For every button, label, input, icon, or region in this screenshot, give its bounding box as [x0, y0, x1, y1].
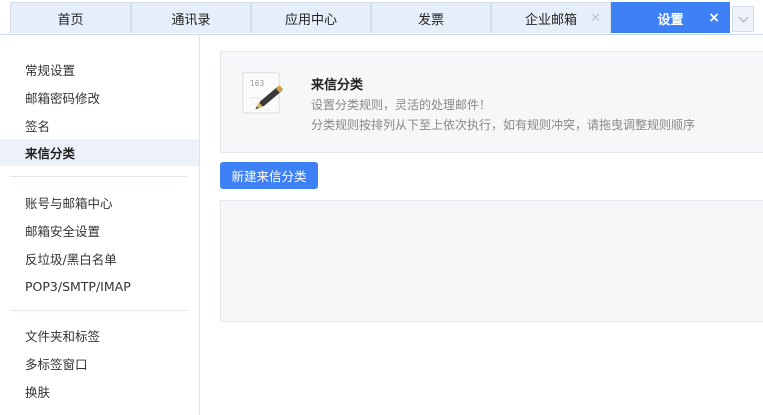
sidebar-divider — [10, 310, 188, 311]
tab-more-dropdown[interactable] — [732, 6, 754, 32]
icon-stamp-text: 163 — [250, 79, 265, 88]
mail-pen-icon: 163 — [242, 72, 283, 114]
settings-sidebar: 常规设置 邮箱密码修改 签名 来信分类 账号与邮箱中心 邮箱安全设置 反垃圾/黑… — [0, 35, 200, 415]
tab-home[interactable]: 首页 — [10, 2, 131, 33]
sidebar-item-account-center[interactable]: 账号与邮箱中心 — [0, 189, 199, 216]
chevron-down-icon — [738, 12, 748, 23]
sidebar-item-mail-filter[interactable]: 来信分类 — [0, 139, 199, 166]
tab-settings[interactable]: 设置 × — [611, 2, 730, 33]
tab-bar: 首页 通讯录 应用中心 发票 企业邮箱 × 设置 × — [0, 0, 763, 35]
sidebar-item-general-settings[interactable]: 常规设置 — [0, 56, 199, 83]
sidebar-item-password-change[interactable]: 邮箱密码修改 — [0, 84, 199, 111]
tab-contacts[interactable]: 通讯录 — [131, 2, 251, 33]
tab-label: 设置 — [657, 12, 684, 28]
mail-filter-info-panel: 163 来信分类 设置分类规则，灵活的处理邮件！ 分类规则按排列从下至上依次执行… — [220, 51, 763, 153]
filter-rules-list — [220, 200, 763, 322]
close-icon[interactable]: × — [708, 11, 720, 25]
tab-app-center[interactable]: 应用中心 — [251, 2, 371, 33]
info-description: 设置分类规则，灵活的处理邮件！ — [311, 98, 492, 112]
sidebar-item-signature[interactable]: 签名 — [0, 112, 199, 139]
tab-label: 企业邮箱 — [524, 12, 577, 28]
page-title: 来信分类 — [311, 78, 364, 93]
sidebar-item-multi-tab-window[interactable]: 多标签窗口 — [0, 350, 199, 377]
tab-label: 首页 — [57, 12, 84, 28]
new-mail-filter-button[interactable]: 新建来信分类 — [220, 162, 318, 189]
sidebar-item-pop3-smtp-imap[interactable]: POP3/SMTP/IMAP — [0, 273, 199, 300]
tab-label: 发票 — [417, 12, 444, 28]
close-icon[interactable]: × — [590, 12, 601, 25]
sidebar-item-security-settings[interactable]: 邮箱安全设置 — [0, 217, 199, 244]
info-hint: 分类规则按排列从下至上依次执行，如有规则冲突，请拖曳调整规则顺序 — [311, 118, 696, 132]
sidebar-item-skin[interactable]: 换肤 — [0, 378, 199, 405]
sidebar-item-folders-labels[interactable]: 文件夹和标签 — [0, 322, 199, 349]
tab-label: 应用中心 — [284, 12, 337, 28]
tab-label: 通讯录 — [171, 12, 211, 28]
sidebar-item-spam-blacklist[interactable]: 反垃圾/黑白名单 — [0, 245, 199, 272]
tab-enterprise-mail[interactable]: 企业邮箱 × — [491, 2, 611, 33]
sidebar-divider — [10, 176, 188, 177]
tab-invoice[interactable]: 发票 — [371, 2, 491, 33]
